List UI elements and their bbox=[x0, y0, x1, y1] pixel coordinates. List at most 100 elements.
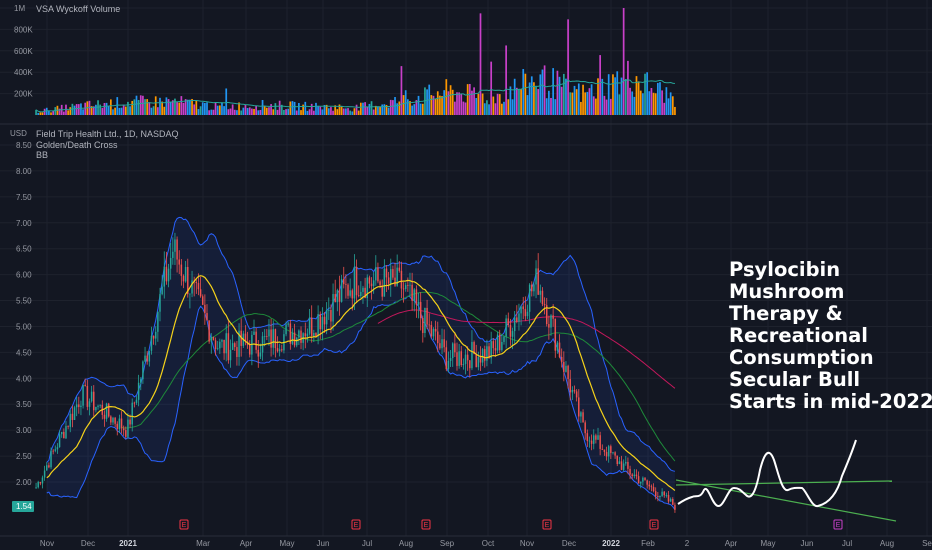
volume-bar bbox=[214, 102, 217, 115]
volume-bar bbox=[392, 100, 394, 115]
volume-bar bbox=[298, 103, 300, 115]
candle-body bbox=[293, 332, 296, 346]
volume-bar bbox=[605, 99, 608, 115]
volume-bar bbox=[225, 88, 228, 115]
earnings-marker[interactable]: E bbox=[542, 519, 552, 530]
volume-bar bbox=[656, 82, 659, 115]
indicator-golden-death-cross[interactable]: Golden/Death Cross bbox=[36, 140, 118, 150]
volume-bar bbox=[257, 110, 260, 115]
candle-body bbox=[80, 405, 82, 408]
volume-bar bbox=[210, 109, 213, 115]
x-axis-label: Sep bbox=[440, 539, 455, 548]
candle-body bbox=[355, 266, 358, 296]
volume-bar bbox=[242, 107, 245, 115]
volume-bar bbox=[507, 99, 510, 115]
chart-canvas: VSA Wyckoff Volume 1M 800K 600K 400K 200K US… bbox=[0, 0, 932, 548]
candle-body bbox=[584, 422, 586, 434]
volume-bar bbox=[599, 55, 602, 115]
volume-bar bbox=[612, 74, 614, 115]
candle-body bbox=[565, 365, 567, 372]
volume-bar bbox=[295, 110, 298, 115]
volume-bar bbox=[50, 112, 52, 115]
volume-bar bbox=[227, 109, 230, 115]
candle-body bbox=[116, 423, 119, 429]
candle-body bbox=[210, 336, 213, 342]
candle-body bbox=[167, 268, 170, 282]
volume-bar bbox=[283, 109, 285, 115]
candle-body bbox=[135, 399, 138, 403]
candle-body bbox=[357, 295, 360, 297]
volume-bar bbox=[389, 99, 392, 115]
volume-bar bbox=[41, 112, 44, 115]
earnings-marker[interactable]: E bbox=[421, 519, 431, 530]
candle-body bbox=[255, 331, 257, 350]
volume-bar bbox=[449, 85, 452, 115]
earnings-marker[interactable]: E bbox=[351, 519, 361, 530]
volume-bar bbox=[419, 103, 422, 115]
x-axis-label: 2 bbox=[685, 539, 690, 548]
earnings-marker[interactable]: E bbox=[649, 519, 659, 530]
volume-bar bbox=[501, 103, 503, 115]
earnings-marker[interactable]: E bbox=[179, 519, 189, 530]
volume-y-tick: 800K bbox=[14, 25, 33, 34]
volume-panel: VSA Wyckoff Volume 1M 800K 600K 400K 200K bbox=[14, 4, 676, 116]
volume-bar bbox=[342, 108, 345, 115]
volume-bar bbox=[462, 101, 465, 115]
volume-bar bbox=[468, 83, 471, 115]
price-y-tick: 7.50 bbox=[16, 193, 32, 202]
candle-body bbox=[334, 294, 336, 303]
last-price-badge: 1.54 bbox=[12, 501, 34, 512]
candle-body bbox=[377, 267, 379, 282]
volume-bar bbox=[535, 86, 537, 115]
earnings-marker[interactable]: E bbox=[833, 519, 843, 530]
candle-body bbox=[133, 402, 136, 404]
candle-body bbox=[199, 289, 202, 297]
candle-body bbox=[443, 339, 445, 348]
volume-bar bbox=[174, 98, 176, 115]
indicator-bb[interactable]: BB bbox=[36, 150, 48, 160]
candle-body bbox=[93, 391, 95, 411]
volume-bar bbox=[607, 74, 610, 115]
candle-body bbox=[229, 349, 232, 361]
volume-bar bbox=[618, 94, 621, 115]
candle-body bbox=[663, 491, 665, 496]
volume-bar bbox=[112, 109, 114, 115]
volume-bar bbox=[359, 102, 362, 115]
volume-bar bbox=[248, 107, 251, 115]
volume-bar bbox=[148, 102, 151, 115]
volume-bar bbox=[637, 81, 640, 115]
volume-bar bbox=[244, 104, 247, 115]
candle-body bbox=[73, 407, 76, 420]
candle-body bbox=[103, 414, 106, 419]
candle-body bbox=[208, 320, 210, 342]
candle-body bbox=[464, 354, 467, 364]
volume-bar bbox=[317, 105, 319, 115]
candle-body bbox=[321, 316, 324, 330]
candle-body bbox=[137, 382, 140, 400]
volume-bar bbox=[306, 110, 309, 115]
volume-bar bbox=[345, 108, 347, 115]
volume-bar bbox=[276, 109, 279, 115]
candle-body bbox=[347, 284, 349, 296]
volume-bar bbox=[146, 99, 149, 115]
volume-bar bbox=[137, 99, 140, 115]
symbol-line[interactable]: Field Trip Health Ltd., 1D, NASDAQ bbox=[36, 129, 179, 139]
candle-body bbox=[353, 266, 356, 299]
candle-body bbox=[163, 266, 166, 287]
candle-body bbox=[424, 307, 426, 334]
candle-body bbox=[407, 285, 409, 286]
candle-body bbox=[343, 278, 345, 285]
candle-body bbox=[498, 334, 501, 351]
candle-body bbox=[430, 324, 433, 337]
volume-bar bbox=[381, 104, 384, 115]
volume-bar bbox=[163, 106, 166, 115]
volume-bar bbox=[406, 99, 409, 115]
candle-body bbox=[548, 324, 550, 328]
candle-body bbox=[644, 477, 646, 481]
candle-body bbox=[657, 496, 659, 498]
annotation-line-5: Consumption bbox=[729, 346, 874, 369]
volume-y-tick: 1M bbox=[14, 4, 25, 13]
volume-bar bbox=[475, 97, 478, 115]
volume-bar bbox=[95, 104, 97, 115]
volume-bar bbox=[105, 102, 108, 115]
